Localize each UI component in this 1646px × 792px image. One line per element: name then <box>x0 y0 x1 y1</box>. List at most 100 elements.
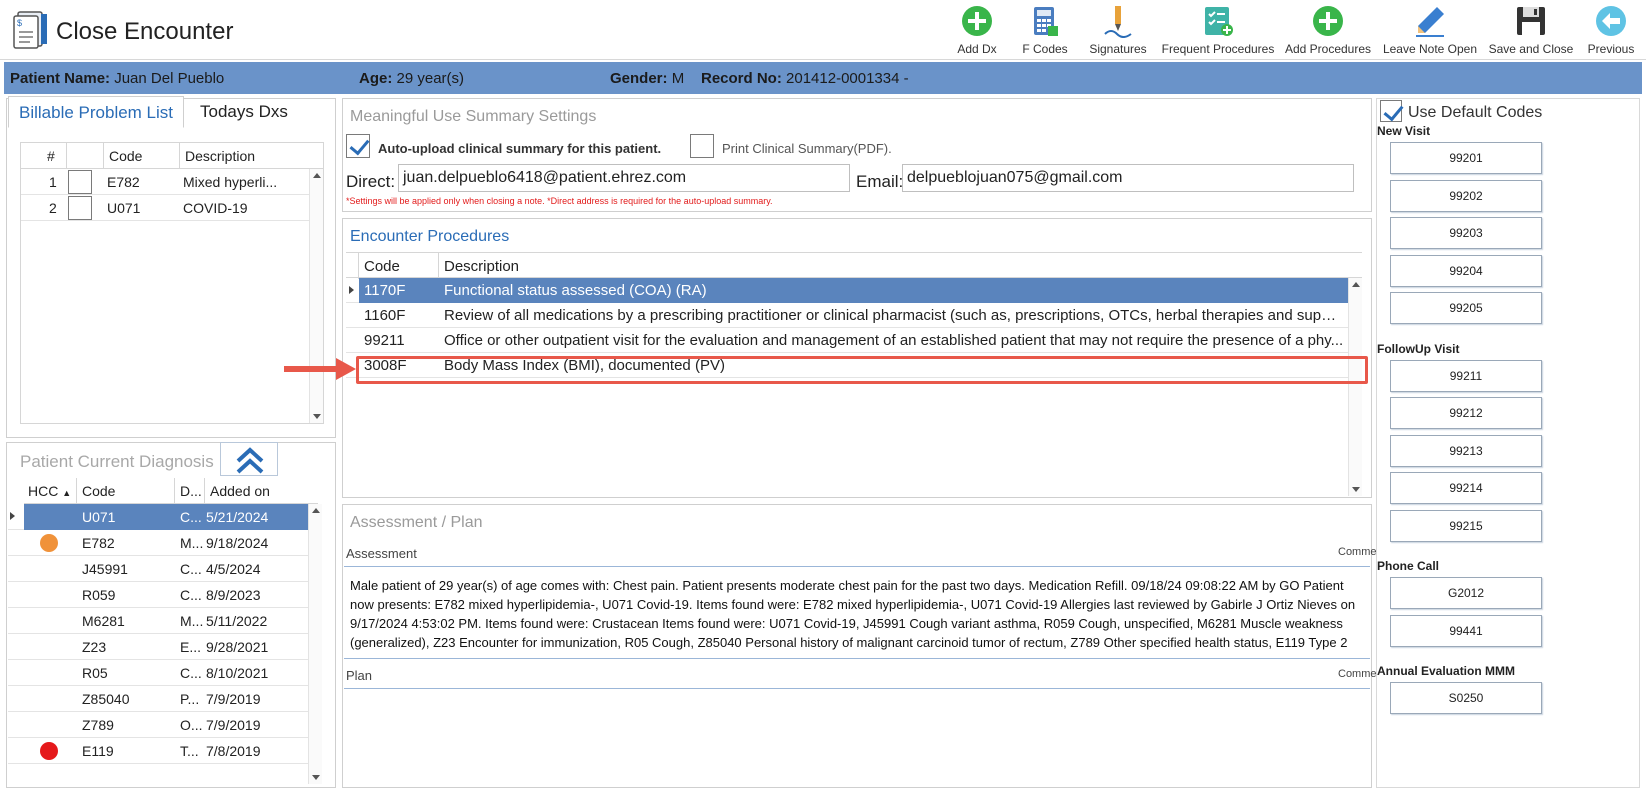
signatures-button[interactable]: Signatures <box>1082 4 1154 58</box>
current-dx-header: HCC ▲ Code D... Added on <box>24 478 318 504</box>
table-row[interactable]: J45991 C... 4/5/2024 <box>8 556 308 582</box>
direct-field[interactable]: juan.delpueblo6418@patient.ehrez.com <box>398 164 850 192</box>
assessment-plan-title: Assessment / Plan <box>350 514 483 531</box>
add-procedures-label: Add Procedures <box>1284 42 1372 56</box>
plan-text[interactable] <box>350 694 1366 782</box>
table-row[interactable]: E119 T... 7/8/2019 <box>8 738 308 764</box>
row-description: C... <box>180 665 202 681</box>
table-row[interactable]: 1 E782 Mixed hyperli... <box>21 169 309 195</box>
current-dx-title: Patient Current Diagnosis <box>20 452 214 471</box>
row-code: 1170F <box>364 282 406 299</box>
table-row[interactable]: 99211 Office or other outpatient visit fo… <box>346 328 1348 353</box>
add-procedures-button[interactable]: Add Procedures <box>1282 4 1374 58</box>
patient-age: Age: 29 year(s) <box>359 70 464 87</box>
row-description: Mixed hyperli... <box>183 174 278 190</box>
table-row[interactable]: Z85040 P... 7/9/2019 <box>8 686 308 712</box>
scroll-up-icon[interactable] <box>312 508 320 513</box>
tab-todays-dxs[interactable]: Todays Dxs <box>190 96 298 128</box>
f-codes-button[interactable]: F Codes <box>1014 4 1076 58</box>
row-description: O... <box>180 717 203 733</box>
code-button-99201[interactable]: 99201 <box>1390 142 1542 174</box>
patient-gender: Gender: M <box>610 70 684 87</box>
code-button-99205[interactable]: 99205 <box>1390 292 1542 324</box>
table-row[interactable]: U071 C... 5/21/2024 <box>8 504 308 530</box>
patient-record-label: Record No: <box>701 70 782 87</box>
code-button-s0250[interactable]: S0250 <box>1390 682 1542 714</box>
scroll-up-icon[interactable] <box>1352 282 1360 287</box>
table-row[interactable]: R059 C... 8/9/2023 <box>8 582 308 608</box>
row-added-on: 4/5/2024 <box>206 561 261 577</box>
f-codes-label: F Codes <box>1022 42 1068 56</box>
direct-label: Direct: <box>346 172 396 191</box>
add-dx-button[interactable]: Add Dx <box>946 4 1008 58</box>
email-field[interactable]: delpueblojuan075@gmail.com <box>902 164 1354 192</box>
print-summary-checkbox[interactable] <box>690 134 714 158</box>
problem-list-scrollbar[interactable] <box>309 169 323 423</box>
previous-button[interactable]: Previous <box>1580 4 1642 58</box>
code-button-99214[interactable]: 99214 <box>1390 472 1542 504</box>
calculator-icon <box>1034 7 1058 36</box>
row-code: 99211 <box>364 332 405 349</box>
leave-note-open-button[interactable]: Leave Note Open <box>1380 4 1480 58</box>
table-row[interactable]: 2 U071 COVID-19 <box>21 195 309 221</box>
code-section-title: Annual Evaluation MMM <box>1377 664 1515 678</box>
row-added-on: 9/18/2024 <box>206 535 269 551</box>
col-added-on[interactable]: Added on <box>210 483 270 499</box>
page-title: Close Encounter <box>56 18 234 45</box>
code-button-99441[interactable]: 99441 <box>1390 614 1542 647</box>
current-dx-scrollbar[interactable] <box>308 504 322 784</box>
table-row[interactable]: 1170F Functional status assessed (COA) (R… <box>346 278 1348 303</box>
plus-circle-icon <box>1313 6 1343 36</box>
row-num: 2 <box>49 200 57 216</box>
code-button-99213[interactable]: 99213 <box>1390 434 1542 467</box>
col-d[interactable]: D... <box>180 483 202 499</box>
tab-billable-problem-list[interactable]: Billable Problem List <box>8 96 185 128</box>
assessment-text[interactable]: Male patient of 29 year(s) of age comes … <box>350 576 1366 654</box>
code-button-99203[interactable]: 99203 <box>1390 217 1542 249</box>
table-row[interactable]: E782 M... 9/18/2024 <box>8 530 308 556</box>
procedures-scrollbar[interactable] <box>1348 278 1362 496</box>
row-checkbox[interactable] <box>68 170 92 194</box>
table-row[interactable]: M6281 M... 5/11/2022 <box>8 608 308 634</box>
code-button-99204[interactable]: 99204 <box>1390 254 1542 287</box>
code-button-99212[interactable]: 99212 <box>1390 397 1542 429</box>
frequent-procedures-label: Frequent Procedures <box>1161 42 1275 56</box>
patient-age-value: 29 year(s) <box>396 70 465 87</box>
save-and-close-button[interactable]: Save and Close <box>1486 4 1576 58</box>
assessment-label: Assessment <box>346 546 417 561</box>
row-description: P... <box>180 691 200 707</box>
frequent-procedures-button[interactable]: Frequent Procedures <box>1160 4 1276 58</box>
plan-label: Plan <box>346 668 373 683</box>
code-button-99211[interactable]: 99211 <box>1390 359 1542 392</box>
scroll-up-icon[interactable] <box>313 173 321 178</box>
row-code: E119 <box>82 743 114 759</box>
col-code: Code <box>109 148 143 164</box>
row-code: Z789 <box>82 717 114 733</box>
code-button-99215[interactable]: 99215 <box>1390 509 1542 542</box>
code-section-title: Phone Call <box>1377 559 1440 573</box>
collapse-button[interactable] <box>220 442 278 476</box>
row-description: C... <box>180 509 202 525</box>
table-row[interactable]: 1160F Review of all medications by a pres… <box>346 303 1348 328</box>
code-button-g2012[interactable]: G2012 <box>1390 577 1542 609</box>
scroll-down-icon[interactable] <box>312 775 320 780</box>
scroll-down-icon[interactable] <box>1352 487 1360 492</box>
col-code[interactable]: Code <box>82 483 115 499</box>
code-button-99202[interactable]: 99202 <box>1390 179 1542 212</box>
table-row[interactable]: Z789 O... 7/9/2019 <box>8 712 308 738</box>
auto-upload-checkbox[interactable] <box>346 134 370 158</box>
table-row[interactable]: Z23 E... 9/28/2021 <box>8 634 308 660</box>
scroll-down-icon[interactable] <box>313 414 321 419</box>
row-pointer-icon <box>10 512 15 520</box>
code-section-title: New Visit <box>1377 124 1431 138</box>
row-description: Office or other outpatient visit for the… <box>444 332 1344 349</box>
row-checkbox[interactable] <box>68 196 92 220</box>
callout-arrow-icon <box>284 358 356 380</box>
table-row[interactable]: R05 C... 8/10/2021 <box>8 660 308 686</box>
row-description: C... <box>180 561 202 577</box>
svg-text:$: $ <box>17 18 22 28</box>
col-hcc[interactable]: HCC ▲ <box>28 483 71 499</box>
row-added-on: 7/9/2019 <box>206 691 261 707</box>
current-dx-grid: HCC ▲ Code D... Added on U071 C... 5/21/20… <box>8 478 334 784</box>
use-default-codes-checkbox[interactable] <box>1380 100 1402 122</box>
